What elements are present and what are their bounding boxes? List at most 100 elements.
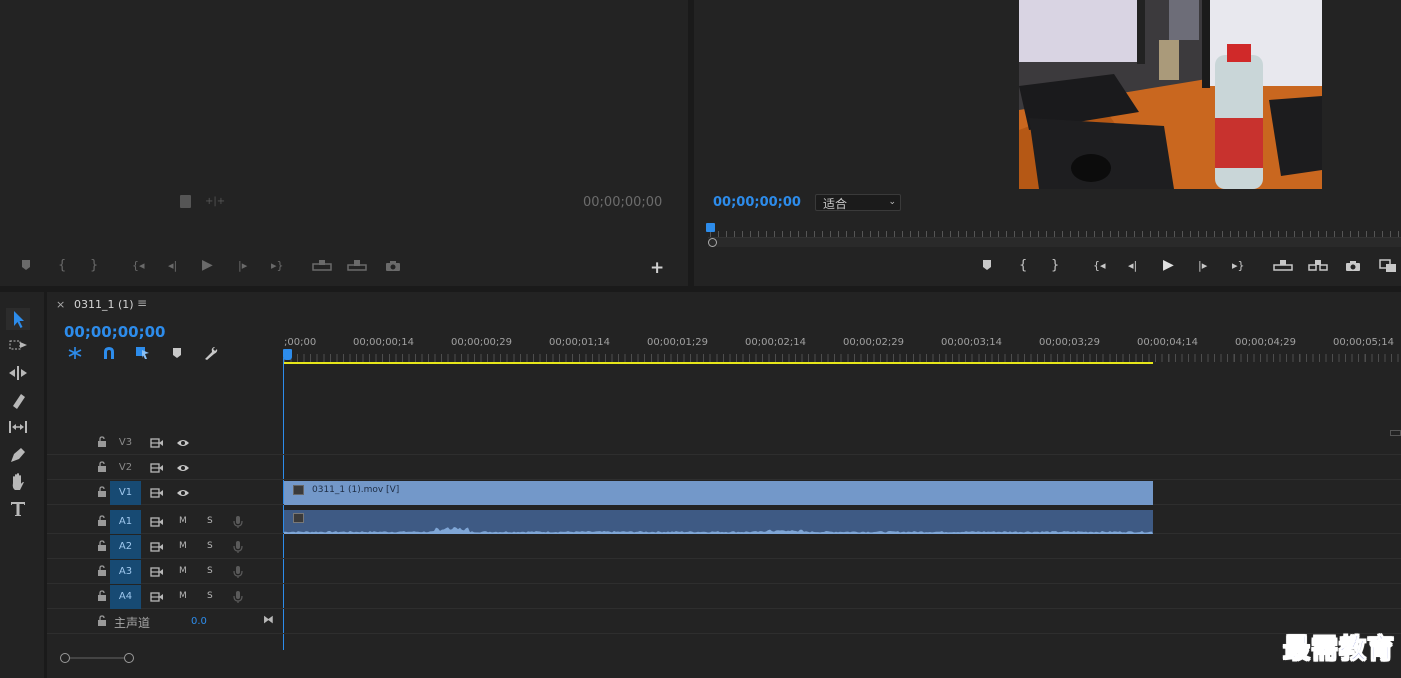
toggle-sync-icon[interactable] — [150, 462, 164, 477]
go-to-out-icon[interactable]: ▸} — [271, 258, 284, 274]
timeline-playhead-head[interactable] — [283, 349, 292, 360]
mic-icon[interactable] — [233, 540, 243, 557]
mute-button[interactable]: M — [179, 541, 187, 551]
timeline-scrollbar[interactable] — [47, 652, 1401, 664]
lift-icon[interactable] — [1273, 259, 1293, 271]
toggle-sync-icon[interactable] — [150, 541, 164, 556]
mark-out-icon[interactable]: } — [90, 258, 98, 274]
solo-button[interactable]: S — [207, 566, 213, 576]
timeline-tab-title[interactable]: 0311_1 (1) — [74, 298, 134, 311]
lock-icon[interactable] — [97, 540, 107, 555]
program-zoom-bar[interactable] — [708, 237, 1401, 247]
comparison-view-icon[interactable] — [1379, 259, 1397, 273]
lock-icon[interactable] — [97, 565, 107, 580]
step-back-icon[interactable]: ◂| — [1128, 258, 1137, 274]
track-target[interactable]: V3 — [110, 431, 141, 455]
marker-icon[interactable] — [981, 259, 993, 271]
add-marker-icon[interactable] — [171, 347, 183, 359]
track-target[interactable]: A2 — [110, 535, 141, 559]
toggle-sync-icon[interactable] — [150, 437, 164, 452]
master-value[interactable]: 0.0 — [191, 616, 207, 627]
extract-icon[interactable] — [1308, 259, 1328, 271]
toggle-sync-icon[interactable] — [150, 591, 164, 606]
camera-icon[interactable] — [385, 260, 401, 272]
toggle-sync-icon[interactable] — [150, 516, 164, 531]
track-target[interactable]: A3 — [110, 560, 141, 584]
track-select-tool-icon[interactable] — [6, 336, 30, 358]
go-to-out-icon[interactable]: ▸} — [1232, 258, 1245, 274]
track-target[interactable]: V1 — [110, 481, 141, 505]
work-area-bar[interactable] — [284, 362, 1153, 364]
lock-icon[interactable] — [97, 486, 107, 501]
bowtie-icon[interactable]: ⧓ — [263, 613, 274, 626]
scroll-handle-right[interactable] — [124, 653, 134, 663]
ruler-ticks[interactable] — [284, 354, 1401, 362]
source-audio-waveform-icon[interactable]: +|+ — [205, 196, 225, 207]
eye-icon[interactable] — [176, 438, 190, 451]
hand-tool-icon[interactable] — [6, 471, 30, 493]
step-forward-icon[interactable]: |▸ — [1198, 258, 1207, 274]
go-to-in-icon[interactable]: {◂ — [132, 258, 145, 274]
step-forward-icon[interactable]: |▸ — [238, 258, 247, 274]
type-tool-icon[interactable] — [6, 498, 30, 520]
lock-icon[interactable] — [97, 515, 107, 530]
fit-select[interactable]: 适合 ⌄ — [815, 194, 901, 211]
razor-tool-icon[interactable] — [6, 390, 30, 412]
camera-icon[interactable] — [1345, 260, 1361, 272]
eye-icon[interactable] — [176, 463, 190, 476]
pen-tool-icon[interactable] — [6, 444, 30, 466]
lock-icon[interactable] — [97, 461, 107, 476]
toggle-sync-icon[interactable] — [150, 566, 164, 581]
track-target[interactable]: A4 — [110, 585, 141, 609]
lock-icon[interactable] — [97, 436, 107, 451]
vertical-scroll-stub[interactable] — [1390, 430, 1401, 436]
solo-button[interactable]: S — [207, 591, 213, 601]
program-timecode[interactable]: 00;00;00;00 — [713, 195, 801, 210]
program-ruler[interactable] — [710, 223, 1401, 237]
play-icon[interactable]: ▶ — [202, 257, 213, 273]
timeline-tab-menu[interactable]: ≡ — [137, 296, 147, 310]
snap-magnet-icon[interactable] — [101, 346, 117, 360]
go-to-in-icon[interactable]: {◂ — [1093, 258, 1106, 274]
mute-button[interactable]: M — [179, 516, 187, 526]
scroll-track[interactable] — [70, 657, 124, 659]
lock-icon[interactable] — [97, 615, 107, 630]
overwrite-icon[interactable] — [347, 259, 367, 271]
track-target[interactable]: A1 — [110, 510, 141, 534]
toggle-sync-icon[interactable] — [150, 487, 164, 502]
mic-icon[interactable] — [233, 590, 243, 607]
ripple-edit-tool-icon[interactable] — [6, 363, 30, 385]
mark-in-icon[interactable]: { — [58, 258, 66, 274]
mark-in-icon[interactable]: { — [1019, 258, 1027, 274]
slip-tool-icon[interactable] — [6, 417, 30, 439]
play-icon[interactable]: ▶ — [1163, 257, 1174, 273]
step-back-icon[interactable]: ◂| — [168, 258, 177, 274]
program-playhead[interactable] — [706, 223, 715, 232]
audio-clip[interactable] — [284, 510, 1153, 534]
linked-selection-icon[interactable] — [135, 346, 151, 360]
selection-tool-icon[interactable] — [6, 308, 30, 330]
source-add-button[interactable]: + — [650, 258, 664, 278]
solo-button[interactable]: S — [207, 516, 213, 526]
eye-icon[interactable] — [176, 488, 190, 501]
track-target[interactable]: V2 — [110, 456, 141, 480]
video-clip[interactable]: 0311_1 (1).mov [V] — [284, 481, 1153, 505]
mic-icon[interactable] — [233, 515, 243, 532]
scroll-handle-left[interactable] — [60, 653, 70, 663]
solo-button[interactable]: S — [207, 541, 213, 551]
lock-icon[interactable] — [97, 590, 107, 605]
mute-button[interactable]: M — [179, 591, 187, 601]
insert-icon[interactable] — [312, 259, 332, 271]
source-timecode[interactable]: 00;00;00;00 — [583, 195, 662, 210]
mute-button[interactable]: M — [179, 566, 187, 576]
marker-icon[interactable] — [20, 259, 32, 271]
timeline-timecode[interactable]: 00;00;00;00 — [64, 323, 166, 341]
mic-icon[interactable] — [233, 565, 243, 582]
timeline-tab-close[interactable]: × — [56, 298, 65, 311]
program-video-frame[interactable] — [1019, 0, 1322, 189]
nest-icon[interactable] — [67, 346, 83, 360]
mark-out-icon[interactable]: } — [1051, 258, 1059, 274]
program-zoom-handle[interactable] — [708, 238, 717, 247]
source-export-icon[interactable] — [180, 195, 191, 208]
wrench-icon[interactable] — [203, 346, 219, 360]
